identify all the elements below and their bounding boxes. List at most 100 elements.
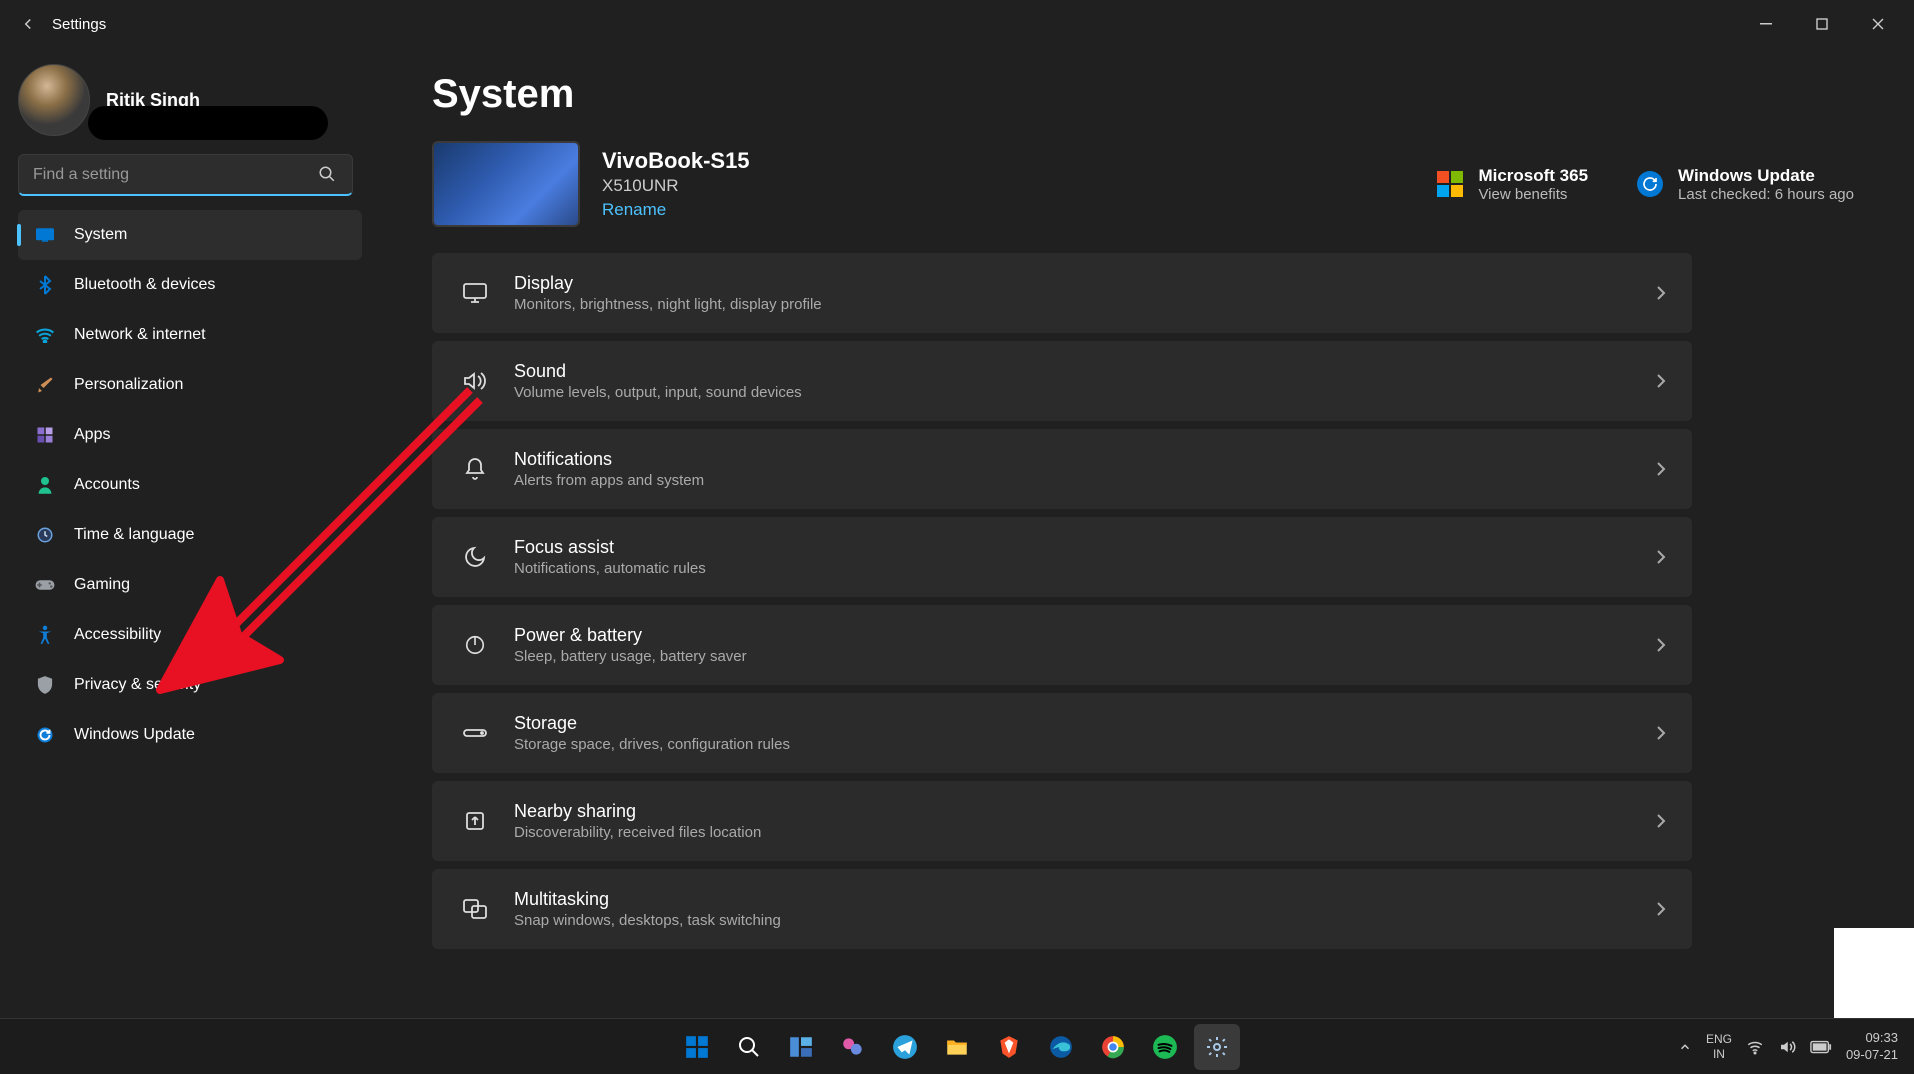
- card-power[interactable]: Power & battery Sleep, battery usage, ba…: [432, 605, 1692, 685]
- windows-update-link[interactable]: Windows Update Last checked: 6 hours ago: [1636, 166, 1854, 203]
- moon-icon: [458, 540, 492, 574]
- taskbar-widgets[interactable]: [830, 1024, 876, 1070]
- task-view-icon: [788, 1034, 814, 1060]
- chevron-right-icon: [1656, 725, 1666, 741]
- window-title: Settings: [52, 16, 106, 33]
- sidebar-item-personalization[interactable]: Personalization: [18, 360, 362, 410]
- back-button[interactable]: [8, 4, 48, 44]
- sidebar-item-label: Accounts: [74, 476, 140, 494]
- battery-icon[interactable]: [1810, 1040, 1832, 1054]
- wifi-icon[interactable]: [1746, 1038, 1764, 1056]
- taskbar-file-explorer[interactable]: [934, 1024, 980, 1070]
- card-subtitle: Monitors, brightness, night light, displ…: [514, 296, 822, 313]
- sidebar-item-label: Windows Update: [74, 726, 195, 744]
- sidebar-item-gaming[interactable]: Gaming: [18, 560, 362, 610]
- start-button[interactable]: [674, 1024, 720, 1070]
- card-subtitle: Notifications, automatic rules: [514, 560, 706, 577]
- titlebar: Settings: [0, 0, 1914, 48]
- card-title: Power & battery: [514, 625, 747, 646]
- card-subtitle: Alerts from apps and system: [514, 472, 704, 489]
- taskbar-spotify[interactable]: [1142, 1024, 1188, 1070]
- taskbar-task-view[interactable]: [778, 1024, 824, 1070]
- search-icon: [737, 1035, 761, 1059]
- taskbar-telegram[interactable]: [882, 1024, 928, 1070]
- sidebar-item-label: Gaming: [74, 576, 130, 594]
- sidebar-item-label: Personalization: [74, 376, 183, 394]
- volume-icon[interactable]: [1778, 1038, 1796, 1056]
- sidebar-item-privacy-security[interactable]: Privacy & security: [18, 660, 362, 710]
- chevron-right-icon: [1656, 813, 1666, 829]
- bell-icon: [458, 452, 492, 486]
- sidebar-item-label: Apps: [74, 426, 110, 444]
- apps-icon: [34, 424, 56, 446]
- winupdate-title: Windows Update: [1678, 166, 1854, 186]
- sidebar-item-apps[interactable]: Apps: [18, 410, 362, 460]
- clock[interactable]: 09:33 09-07-21: [1846, 1030, 1898, 1064]
- taskbar: ENG IN 09:33 09-07-21: [0, 1018, 1914, 1074]
- card-sound[interactable]: Sound Volume levels, output, input, soun…: [432, 341, 1692, 421]
- rename-link[interactable]: Rename: [602, 200, 750, 220]
- card-title: Notifications: [514, 449, 704, 470]
- folder-icon: [944, 1034, 970, 1060]
- sidebar-item-label: Time & language: [74, 526, 194, 544]
- sidebar-item-system[interactable]: System: [18, 210, 362, 260]
- widgets-icon: [840, 1034, 866, 1060]
- gamepad-icon: [34, 574, 56, 596]
- device-model: X510UNR: [602, 176, 750, 196]
- system-icon: [34, 224, 56, 246]
- user-block[interactable]: Ritik Singh: [18, 64, 362, 136]
- microsoft-365-link[interactable]: Microsoft 365 View benefits: [1436, 166, 1588, 203]
- minimize-button[interactable]: [1738, 4, 1794, 44]
- sidebar-item-windows-update[interactable]: Windows Update: [18, 710, 362, 760]
- card-multitask[interactable]: Multitasking Snap windows, desktops, tas…: [432, 869, 1692, 949]
- close-button[interactable]: [1850, 4, 1906, 44]
- gear-icon: [1205, 1035, 1229, 1059]
- sound-icon: [458, 364, 492, 398]
- card-title: Display: [514, 273, 822, 294]
- card-display[interactable]: Display Monitors, brightness, night ligh…: [432, 253, 1692, 333]
- clock-icon: [34, 524, 56, 546]
- spotify-icon: [1152, 1034, 1178, 1060]
- tray-chevron-up-icon[interactable]: [1678, 1040, 1692, 1054]
- card-title: Storage: [514, 713, 790, 734]
- taskbar-edge[interactable]: [1038, 1024, 1084, 1070]
- lang-bottom: IN: [1706, 1047, 1732, 1061]
- sidebar-item-bluetooth-devices[interactable]: Bluetooth & devices: [18, 260, 362, 310]
- sidebar-item-label: Network & internet: [74, 326, 206, 344]
- clock-date: 09-07-21: [1846, 1047, 1898, 1064]
- chevron-right-icon: [1656, 285, 1666, 301]
- redacted-email: [88, 106, 328, 140]
- language-indicator[interactable]: ENG IN: [1706, 1032, 1732, 1061]
- chrome-icon: [1100, 1034, 1126, 1060]
- maximize-icon: [1816, 18, 1828, 30]
- maximize-button[interactable]: [1794, 4, 1850, 44]
- edge-icon: [1048, 1034, 1074, 1060]
- taskbar-search[interactable]: [726, 1024, 772, 1070]
- brush-icon: [34, 374, 56, 396]
- storage-icon: [458, 716, 492, 750]
- card-nearby[interactable]: Nearby sharing Discoverability, received…: [432, 781, 1692, 861]
- close-icon: [1872, 18, 1884, 30]
- chevron-right-icon: [1656, 549, 1666, 565]
- card-storage[interactable]: Storage Storage space, drives, configura…: [432, 693, 1692, 773]
- sidebar-item-time-language[interactable]: Time & language: [18, 510, 362, 560]
- display-icon: [458, 276, 492, 310]
- taskbar-settings[interactable]: [1194, 1024, 1240, 1070]
- back-arrow-icon: [19, 15, 37, 33]
- update-icon: [34, 724, 56, 746]
- search-input[interactable]: [18, 154, 353, 196]
- taskbar-chrome[interactable]: [1090, 1024, 1136, 1070]
- sidebar-item-accounts[interactable]: Accounts: [18, 460, 362, 510]
- sidebar-item-accessibility[interactable]: Accessibility: [18, 610, 362, 660]
- telegram-icon: [892, 1034, 918, 1060]
- brave-icon: [996, 1034, 1022, 1060]
- taskbar-brave[interactable]: [986, 1024, 1032, 1070]
- sidebar-item-network-internet[interactable]: Network & internet: [18, 310, 362, 360]
- card-notifications[interactable]: Notifications Alerts from apps and syste…: [432, 429, 1692, 509]
- card-subtitle: Storage space, drives, configuration rul…: [514, 736, 790, 753]
- chevron-right-icon: [1656, 373, 1666, 389]
- ms365-sub: View benefits: [1478, 186, 1588, 203]
- avatar: [18, 64, 90, 136]
- card-focus-assist[interactable]: Focus assist Notifications, automatic ru…: [432, 517, 1692, 597]
- device-row: VivoBook-S15 X510UNR Rename Microsoft 36…: [432, 141, 1854, 227]
